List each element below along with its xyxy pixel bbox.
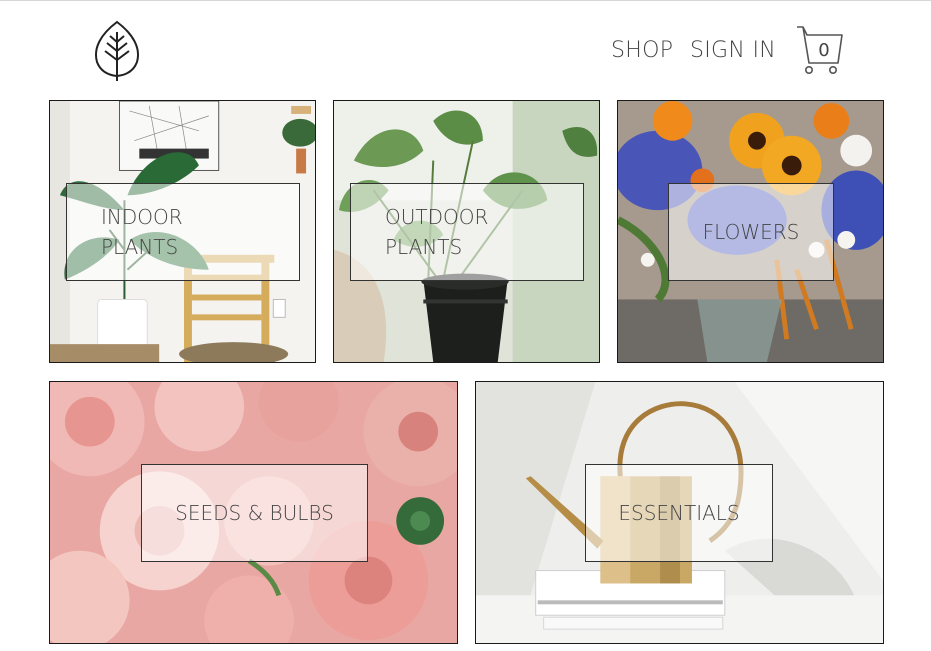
category-label-box: ESSENTIALS — [585, 464, 773, 562]
nav-signin-link[interactable]: SIGN IN — [690, 38, 776, 63]
category-tile-outdoor-plants[interactable]: OUTDOOR PLANTS — [333, 100, 600, 363]
category-label: SEEDS & BULBS — [175, 501, 334, 525]
category-tile-seeds-bulbs[interactable]: SEEDS & BULBS — [49, 381, 458, 644]
cart-count: 0 — [818, 40, 830, 61]
nav-shop-link[interactable]: SHOP — [611, 38, 673, 63]
category-label: OUTDOOR PLANTS — [385, 205, 489, 259]
leaf-logo-icon[interactable] — [91, 20, 143, 82]
category-label-box: INDOOR PLANTS — [66, 183, 300, 281]
category-label-box: SEEDS & BULBS — [141, 464, 368, 562]
category-tile-flowers[interactable]: FLOWERS — [617, 100, 884, 363]
category-label: ESSENTIALS — [618, 501, 740, 525]
cart-button[interactable]: 0 — [795, 25, 845, 75]
top-divider — [0, 0, 931, 1]
category-label-box: OUTDOOR PLANTS — [350, 183, 584, 281]
category-tile-indoor-plants[interactable]: INDOOR PLANTS — [49, 100, 316, 363]
category-tile-essentials[interactable]: ESSENTIALS — [475, 381, 884, 644]
category-label: INDOOR PLANTS — [101, 205, 183, 259]
category-label-box: FLOWERS — [668, 183, 834, 281]
category-label: FLOWERS — [702, 220, 800, 244]
